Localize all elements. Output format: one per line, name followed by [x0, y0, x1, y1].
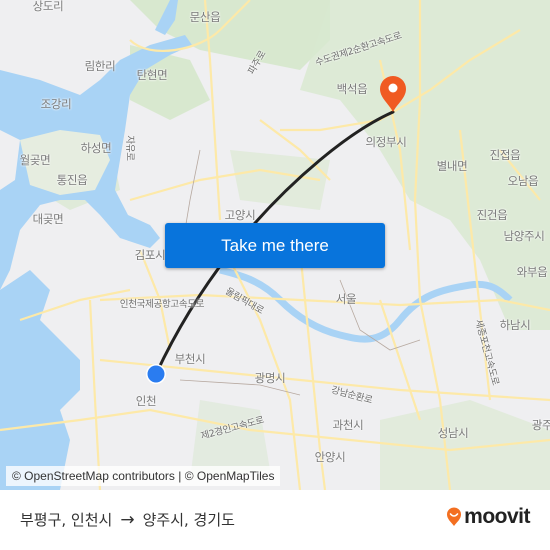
- moovit-wordmark: moovit: [464, 505, 530, 528]
- take-me-there-button[interactable]: Take me there: [165, 223, 385, 268]
- origin-marker-icon[interactable]: [146, 364, 166, 384]
- map-label-gwacheon: 과천시: [332, 418, 364, 432]
- map-label-goyang: 고양시: [224, 208, 256, 222]
- map-label-uijeongbu: 의정부시: [365, 135, 407, 149]
- arrow-right-icon: →: [120, 509, 135, 530]
- map-label-wabu: 와부읍: [516, 265, 548, 279]
- map-label-bucheon: 부천시: [174, 352, 206, 366]
- destination-label: 양주시, 경기도: [142, 511, 235, 529]
- map-label-daegot: 대곶면: [32, 212, 64, 226]
- map-label-seoul: 서울: [335, 292, 357, 306]
- footer-bar: 부평구, 인천시 → 양주시, 경기도 moovit: [0, 490, 550, 550]
- map-label-rimhanri: 림한리: [84, 59, 116, 73]
- route-card: 상도리 문산읍 림한리 탄현면 조강리 하성면 월곶면 통진읍 대곶면 고양시 …: [0, 0, 550, 550]
- map-label-baekseok: 백석읍: [336, 82, 368, 96]
- map-label-anyang: 안양시: [314, 450, 346, 464]
- moovit-pin-icon: [447, 507, 462, 526]
- map-label-namyangju: 남양주시: [503, 229, 545, 243]
- map-label-tanhyeon: 탄현면: [136, 68, 168, 82]
- map-label-jingeon: 진건읍: [476, 208, 508, 222]
- map-label-byeollae: 별내면: [436, 159, 468, 173]
- map-label-sangdori: 상도리: [32, 0, 64, 13]
- map-label-munsan: 문산읍: [189, 10, 221, 24]
- route-summary: 부평구, 인천시 → 양주시, 경기도: [20, 509, 235, 530]
- map-label-tongjin: 통진읍: [56, 173, 88, 187]
- map-label-jogangri: 조강리: [40, 97, 72, 111]
- map-label-incheon: 인천: [135, 394, 157, 408]
- map-label-gwangmyeong: 광명시: [254, 371, 286, 385]
- map-label-seongnam: 성남시: [437, 426, 469, 440]
- map-label-hanam: 하남시: [499, 318, 531, 332]
- map-label-gwangju: 광주: [531, 418, 550, 432]
- map-label-wolgot: 월곶면: [19, 153, 51, 167]
- road-label-jayuro: 자유로: [124, 135, 135, 161]
- map-label-jinjeop: 진접읍: [489, 148, 521, 162]
- road-label-airport-expwy: 인천국제공항고속도로: [119, 299, 205, 310]
- moovit-logo[interactable]: moovit: [446, 505, 530, 529]
- map-label-gimpo: 김포시: [134, 248, 166, 262]
- map-view[interactable]: 상도리 문산읍 림한리 탄현면 조강리 하성면 월곶면 통진읍 대곶면 고양시 …: [0, 0, 550, 490]
- map-label-onam: 오남읍: [507, 174, 539, 188]
- map-attribution[interactable]: © OpenStreetMap contributors | © OpenMap…: [6, 466, 281, 486]
- map-label-haseong: 하성면: [80, 141, 112, 155]
- origin-label: 부평구, 인천시: [20, 511, 113, 529]
